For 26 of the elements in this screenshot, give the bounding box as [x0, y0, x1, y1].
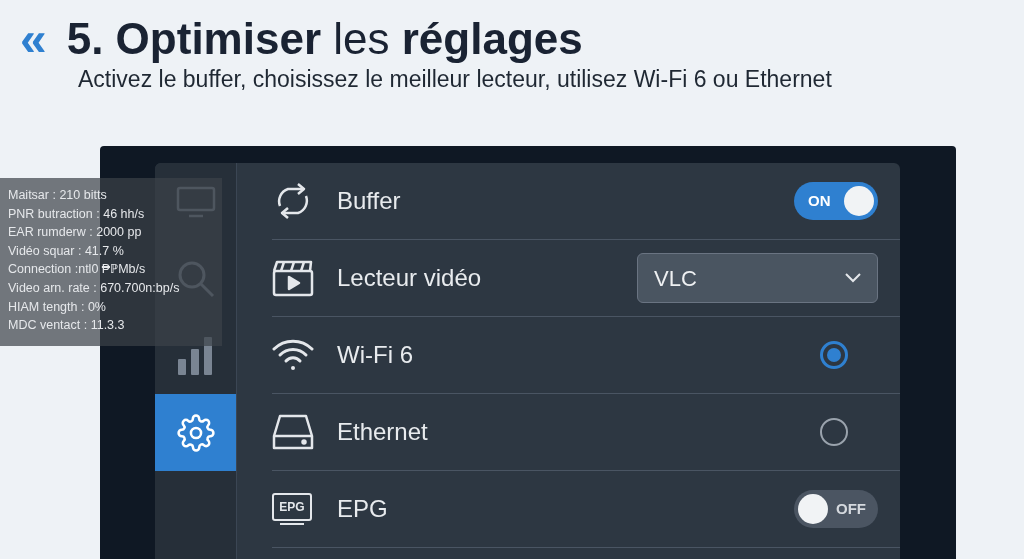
stats-line: Video arn. rate : 670.700n:bp/s [8, 279, 180, 296]
back-chevron-icon[interactable]: « [20, 15, 47, 63]
stats-line: EAR rumderw : 2000 pp [8, 224, 142, 241]
toggle-switch[interactable]: ON [794, 182, 878, 220]
page-title: 5. Optimiser les réglages [66, 17, 583, 61]
setting-label: Lecteur vidéo [337, 263, 483, 293]
clapperboard-icon [272, 259, 314, 297]
toggle-switch[interactable]: OFF [794, 490, 878, 528]
wifi-icon [272, 339, 314, 371]
chevron-down-icon [845, 273, 861, 283]
stats-line: PNR butraction : 46 hh/s [8, 205, 145, 222]
setting-label: Ethernet [337, 417, 429, 447]
player-dropdown[interactable]: VLC [637, 253, 878, 303]
settings-icon [176, 413, 215, 452]
stats-line: Connection :ntl0 ₱ℙMb/s [8, 261, 146, 278]
stats-line: MDC ventact : 11.3.3 [8, 317, 125, 334]
stats-line: Vidéo squar : 41.7 % [8, 242, 124, 259]
setting-label: EPG [337, 494, 389, 524]
page-subtitle: Activez le buffer, choisissez le meilleur lecteur, utilisez Wi-Fi 6 ou Ethernet [77, 68, 833, 91]
sidebar-item[interactable] [155, 394, 236, 471]
radio-button[interactable] [820, 418, 848, 446]
hard-drive-icon [272, 414, 314, 450]
setting-label: Buffer [337, 186, 402, 216]
stats-line: HIAM tength : 0% [8, 298, 106, 315]
setting-label: Wi-Fi 6 [337, 340, 414, 370]
radio-button[interactable] [820, 341, 848, 369]
